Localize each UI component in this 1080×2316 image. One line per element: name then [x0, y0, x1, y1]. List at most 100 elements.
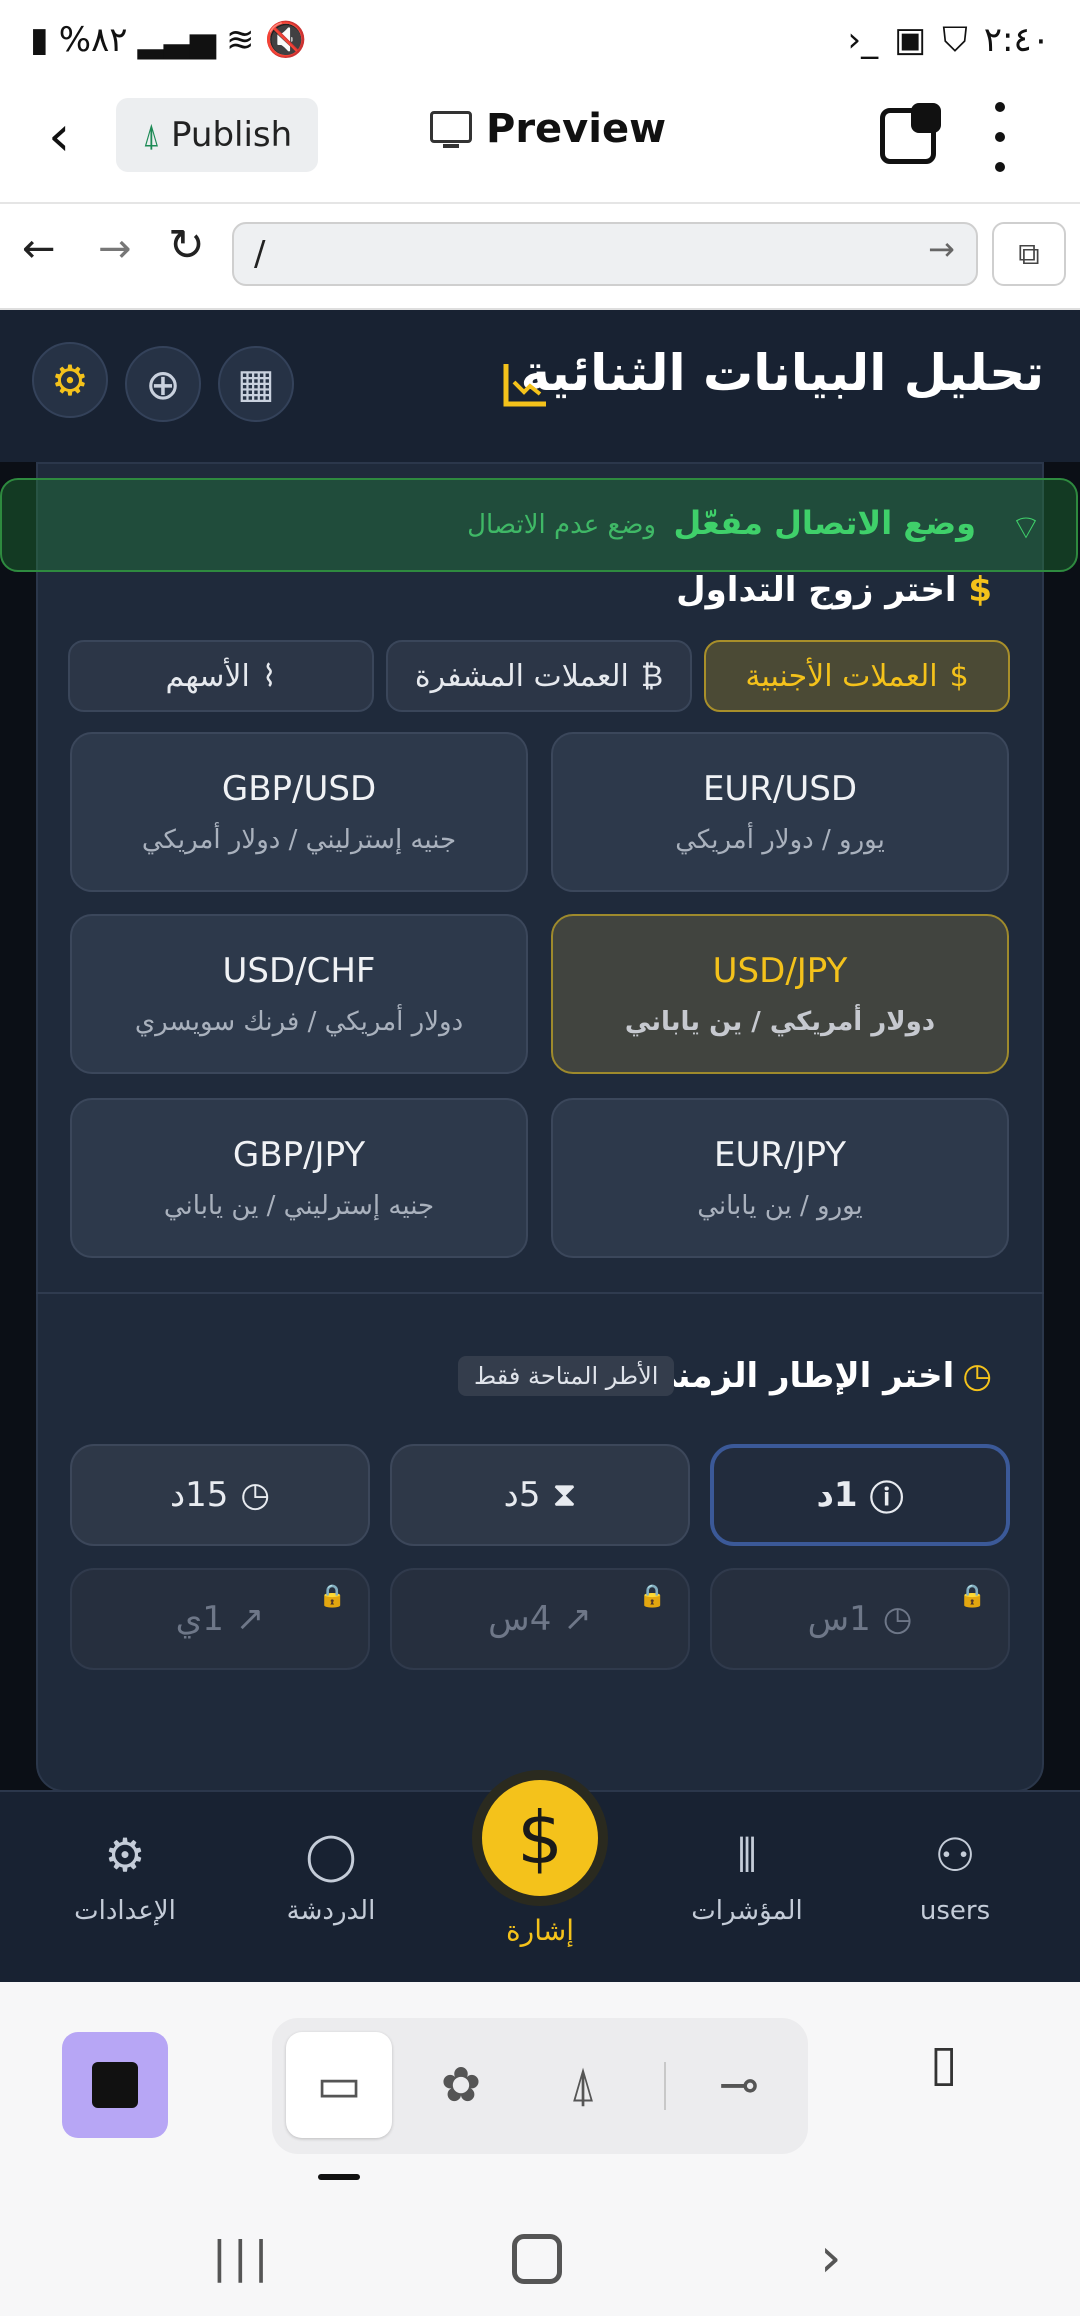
signal-fab-button[interactable]: $ — [472, 1770, 608, 1906]
nav-settings[interactable]: ⚙ الإعدادات — [40, 1828, 210, 1926]
desktop-preview-tool[interactable]: ▭ — [286, 2032, 392, 2138]
connection-banner[interactable]: ⌔ وضع الاتصال مفعّل وضع عدم الاتصال — [0, 478, 1078, 572]
alert-icon: ⓘ — [869, 1478, 904, 1519]
nav-label: الإعدادات — [74, 1896, 176, 1926]
publish-tool[interactable]: ⍋ — [530, 2032, 636, 2138]
url-go-icon[interactable]: → — [928, 230, 955, 268]
globe-icon: ⊕ — [145, 359, 181, 409]
battery-icon: ▮ — [30, 20, 49, 60]
gear-icon: ⚙ — [104, 1828, 146, 1882]
offline-mode-label[interactable]: وضع عدم الاتصال — [467, 510, 656, 540]
side-panel-icon[interactable]: ▯ — [930, 2034, 958, 2092]
category-forex[interactable]: $ العملات الأجنبية — [704, 640, 1010, 712]
preview-title[interactable]: Preview — [430, 106, 666, 152]
system-back-icon[interactable]: › — [820, 2226, 842, 2289]
grid-icon: ▦ — [237, 361, 275, 407]
back-icon[interactable]: ‹ — [48, 102, 70, 172]
publish-label: Publish — [171, 115, 293, 155]
pair-section-title-text: اختر زوج التداول — [676, 570, 957, 610]
timeframe-label: 1ي — [175, 1599, 224, 1639]
mute-icon: 🔇 — [264, 20, 307, 60]
publish-button[interactable]: ⍋ Publish — [116, 98, 318, 172]
pair-name: دولار أمريكي / فرنك سويسري — [134, 1007, 464, 1037]
recent-apps-icon[interactable]: ||| — [212, 2232, 274, 2283]
nav-back-icon[interactable]: ← — [22, 226, 56, 272]
online-mode-label: وضع الاتصال مفعّل — [673, 504, 976, 542]
timeframe-4h[interactable]: 🔒 ↗ 4س — [390, 1568, 690, 1670]
grid-button[interactable]: ▦ — [218, 346, 294, 422]
reload-icon[interactable]: ↻ — [168, 220, 205, 271]
flower-tool[interactable]: ✿ — [408, 2032, 514, 2138]
timeframe-1d[interactable]: 🔒 ↗ 1ي — [70, 1568, 370, 1670]
timeframe-label: 1د — [816, 1475, 858, 1515]
pair-card-eurusd[interactable]: EUR/USD يورو / دولار أمريكي — [551, 732, 1009, 892]
users-icon: ⚇ — [934, 1828, 976, 1882]
wifi-icon: ≋ — [226, 20, 255, 60]
tabs-icon[interactable] — [880, 103, 941, 164]
pair-symbol: GBP/JPY — [232, 1135, 366, 1175]
timeframe-15m[interactable]: ◷ 15د — [70, 1444, 370, 1546]
status-right: ›_ ▣ ⛉ ٢:٤٠ — [848, 18, 1050, 62]
language-button[interactable]: ⊕ — [125, 346, 201, 422]
nav-chat[interactable]: ◯ الدردشة — [246, 1828, 416, 1926]
settings-button[interactable]: ⚙ — [32, 342, 108, 418]
category-label: العملات الأجنبية — [745, 658, 938, 694]
stop-button[interactable] — [62, 2032, 168, 2138]
lock-icon: 🔒 — [958, 1584, 986, 1609]
editor-toolbar: ▭ ✿ ⍋ ⊸ ▯ — [0, 1982, 1080, 2212]
pair-card-eurjpy[interactable]: EUR/JPY يورو / ين ياباني — [551, 1098, 1009, 1258]
pair-name: يورو / دولار أمريكي — [675, 825, 885, 855]
pair-symbol: USD/CHF — [222, 951, 376, 991]
dollar-icon: $ — [517, 1796, 563, 1880]
chat-bubble-icon: ◯ — [305, 1828, 357, 1882]
clock-icon: ◷ — [240, 1475, 271, 1515]
more-vertical-icon[interactable] — [985, 102, 1015, 172]
signal-label: إشارة — [506, 1914, 574, 1947]
trend-icon: ↗ — [235, 1599, 265, 1639]
category-crypto[interactable]: ₿ العملات المشفرة — [386, 640, 692, 712]
pair-card-gbpjpy[interactable]: GBP/JPY جنيه إسترليني / ين ياباني — [70, 1098, 528, 1258]
app-header: تحليل البيانات الثنائية ⚙ ⊕ ▦ — [0, 310, 1080, 462]
nav-label: المؤشرات — [691, 1896, 803, 1926]
pair-symbol: USD/JPY — [712, 951, 848, 991]
pair-name: جنيه إسترليني / ين ياباني — [163, 1191, 435, 1221]
nav-users[interactable]: ⚇ users — [870, 1828, 1040, 1926]
category-stocks[interactable]: ⌇ الأسهم — [68, 640, 374, 712]
shield-icon: ⛉ — [942, 20, 968, 60]
timeframe-1h[interactable]: 🔒 ◷ 1س — [710, 1568, 1010, 1670]
system-nav: ||| › — [0, 2212, 1080, 2316]
stop-icon — [92, 2062, 138, 2108]
home-icon[interactable] — [512, 2234, 562, 2284]
nav-label: users — [919, 1896, 991, 1926]
gear-icon: ⚙ — [51, 355, 89, 405]
bitcoin-icon: ₿ — [640, 658, 664, 694]
dollar-icon: $ — [949, 658, 969, 694]
timeframe-label: 5د — [503, 1475, 541, 1515]
pair-section-title: $ اختر زوج التداول — [676, 570, 992, 610]
timeframe-section-title: ◷ اختر الإطار الزمني — [643, 1356, 992, 1396]
timeframe-5m[interactable]: ⧗ 5د — [390, 1444, 690, 1546]
pair-card-usdjpy[interactable]: USD/JPY دولار أمريكي / ين ياباني — [551, 914, 1009, 1074]
terminal-icon: ›_ — [847, 20, 879, 60]
app-title: تحليل البيانات الثنائية — [520, 344, 1044, 402]
category-label: الأسهم — [165, 658, 250, 694]
url-bar: ← → ↻ → ⧉ — [0, 204, 1080, 310]
timeframe-label: 1س — [807, 1599, 871, 1639]
timeframe-1m[interactable]: ⓘ 1د — [710, 1444, 1010, 1546]
pair-card-usdchf[interactable]: USD/CHF دولار أمريكي / فرنك سويسري — [70, 914, 528, 1074]
clock-icon: ◷ — [882, 1599, 913, 1639]
pair-card-gbpusd[interactable]: GBP/USD جنيه إسترليني / دولار أمريكي — [70, 732, 528, 892]
nav-forward-icon[interactable]: → — [98, 226, 132, 272]
open-external-icon[interactable]: ⧉ — [992, 222, 1066, 286]
pair-symbol: EUR/JPY — [714, 1135, 846, 1175]
hourglass-icon: ⧗ — [552, 1475, 577, 1515]
available-only-badge[interactable]: الأطر المتاحة فقط — [458, 1356, 675, 1396]
section-divider — [36, 1292, 1044, 1294]
url-input[interactable] — [232, 222, 978, 286]
nav-label: الدردشة — [286, 1896, 376, 1926]
nav-indicators[interactable]: ⫴ المؤشرات — [662, 1828, 832, 1926]
clock-icon: ◷ — [962, 1356, 992, 1396]
git-tool[interactable]: ⊸ — [686, 2032, 792, 2138]
pair-symbol: EUR/USD — [702, 769, 858, 809]
status-left: ▮ %٨٢ ▂▃▅ ≋ 🔇 — [30, 18, 307, 62]
